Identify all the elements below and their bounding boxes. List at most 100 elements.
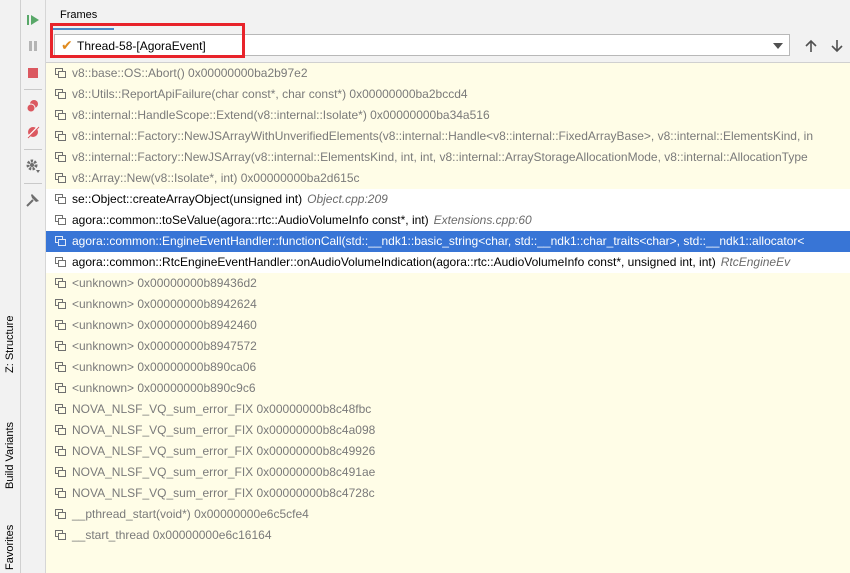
frame-icon — [55, 68, 68, 80]
chevron-down-icon[interactable] — [773, 43, 783, 49]
stack-frame-row[interactable]: NOVA_NLSF_VQ_sum_error_FIX 0x00000000b8c… — [46, 420, 850, 441]
stack-frame-row[interactable]: __start_thread 0x00000000e6c16164 — [46, 525, 850, 546]
frame-text: v8::Array::New(v8::Isolate*, int) 0x0000… — [72, 171, 360, 185]
stack-frame-row[interactable]: __pthread_start(void*) 0x00000000e6c5cfe… — [46, 504, 850, 525]
stack-frame-row[interactable]: v8::base::OS::Abort() 0x00000000ba2b97e2 — [46, 63, 850, 84]
frame-text: <unknown> 0x00000000b89436d2 — [72, 276, 257, 290]
frame-text: v8::internal::Factory::NewJSArrayWithUnv… — [72, 129, 813, 143]
frame-text: v8::internal::Factory::NewJSArray(v8::in… — [72, 150, 808, 164]
frame-icon — [55, 152, 68, 164]
frame-text: NOVA_NLSF_VQ_sum_error_FIX 0x00000000b8c… — [72, 486, 375, 500]
frame-text: se::Object::createArrayObject(unsigned i… — [72, 192, 303, 206]
frame-icon — [55, 530, 68, 542]
frame-icon — [55, 341, 68, 353]
stack-frame-row[interactable]: NOVA_NLSF_VQ_sum_error_FIX 0x00000000b8c… — [46, 462, 850, 483]
stack-frame-row[interactable]: v8::internal::Factory::NewJSArrayWithUnv… — [46, 126, 850, 147]
frame-icon — [55, 299, 68, 311]
frame-text: NOVA_NLSF_VQ_sum_error_FIX 0x00000000b8c… — [72, 444, 376, 458]
structure-tab[interactable]: Z: Structure — [1, 312, 19, 376]
frame-icon — [55, 278, 68, 290]
frame-location: RtcEngineEv — [720, 255, 791, 269]
toolbar-separator — [24, 89, 42, 90]
stack-frame-row[interactable]: v8::internal::Factory::NewJSArray(v8::in… — [46, 147, 850, 168]
frame-icon — [55, 509, 68, 521]
stack-frame-row[interactable]: se::Object::createArrayObject(unsigned i… — [46, 189, 850, 210]
frames-panel: Frames ✔ Thread-58-[AgoraEvent] v8::base… — [46, 0, 850, 573]
next-frame-button[interactable] — [828, 37, 846, 55]
frame-icon — [55, 488, 68, 500]
stack-frame-row[interactable]: <unknown> 0x00000000b89436d2 — [46, 273, 850, 294]
mute-breakpoints-icon — [27, 126, 40, 139]
frame-location: Extensions.cpp:60 — [433, 213, 532, 227]
frame-icon — [55, 194, 68, 206]
structure-tab-label: Z: Structure — [4, 315, 16, 373]
stack-frame-row[interactable]: <unknown> 0x00000000b8947572 — [46, 336, 850, 357]
stack-frame-row[interactable]: NOVA_NLSF_VQ_sum_error_FIX 0x00000000b8c… — [46, 399, 850, 420]
debugger-toolbar — [21, 0, 46, 573]
stop-icon — [28, 68, 38, 78]
frame-icon — [55, 236, 68, 248]
stack-frame-row[interactable]: agora::common::RtcEngineEventHandler::on… — [46, 252, 850, 273]
frame-text: __pthread_start(void*) 0x00000000e6c5cfe… — [72, 507, 309, 521]
frame-icon — [55, 383, 68, 395]
stack-frame-row[interactable]: <unknown> 0x00000000b890c9c6 — [46, 378, 850, 399]
frame-text: <unknown> 0x00000000b890ca06 — [72, 360, 257, 374]
frame-icon — [55, 362, 68, 374]
resume-icon — [27, 15, 39, 25]
frame-text: agora::common::EngineEventHandler::funct… — [72, 234, 805, 248]
frame-icon — [55, 89, 68, 101]
frame-icon — [55, 131, 68, 143]
favorites-tab[interactable]: Favorites — [1, 522, 19, 572]
frame-text: NOVA_NLSF_VQ_sum_error_FIX 0x00000000b8c… — [72, 423, 376, 437]
frame-location: Object.cpp:209 — [307, 192, 388, 206]
left-tool-stripe: Z: Structure Build Variants Favorites — [0, 0, 21, 573]
mute-breakpoints-button[interactable] — [23, 122, 43, 142]
toolbar-separator — [24, 149, 42, 150]
frame-text: <unknown> 0x00000000b8942624 — [72, 297, 257, 311]
arrow-up-icon — [805, 39, 817, 52]
frames-tab[interactable]: Frames — [60, 9, 97, 21]
frame-text: NOVA_NLSF_VQ_sum_error_FIX 0x00000000b8c… — [72, 402, 372, 416]
frame-icon — [55, 173, 68, 185]
resume-button[interactable] — [23, 10, 43, 30]
stack-frame-row[interactable]: v8::Utils::ReportApiFailure(char const*,… — [46, 84, 850, 105]
stack-frame-row[interactable]: agora::common::EngineEventHandler::funct… — [46, 231, 850, 252]
settings-button[interactable] — [23, 156, 43, 176]
stack-frame-row[interactable]: <unknown> 0x00000000b8942460 — [46, 315, 850, 336]
stack-frame-row[interactable]: v8::internal::HandleScope::Extend(v8::in… — [46, 105, 850, 126]
frame-text: v8::base::OS::Abort() 0x00000000ba2b97e2 — [72, 66, 308, 80]
thread-selector[interactable]: ✔ Thread-58-[AgoraEvent] — [50, 23, 790, 58]
frame-icon — [55, 404, 68, 416]
favorites-tab-label: Favorites — [4, 524, 16, 570]
stack-frame-row[interactable]: NOVA_NLSF_VQ_sum_error_FIX 0x00000000b8c… — [46, 441, 850, 462]
stack-frame-row[interactable]: <unknown> 0x00000000b890ca06 — [46, 357, 850, 378]
frame-text: <unknown> 0x00000000b890c9c6 — [72, 381, 256, 395]
pause-button[interactable] — [23, 36, 43, 56]
frame-icon — [55, 425, 68, 437]
stop-button[interactable] — [23, 63, 43, 83]
previous-frame-button[interactable] — [802, 37, 820, 55]
frame-icon — [55, 446, 68, 458]
build-variants-tab[interactable]: Build Variants — [1, 410, 19, 500]
frame-text: __start_thread 0x00000000e6c16164 — [72, 528, 272, 542]
frame-text: agora::common::toSeValue(agora::rtc::Aud… — [72, 213, 429, 227]
stack-frame-row[interactable]: <unknown> 0x00000000b8942624 — [46, 294, 850, 315]
build-variants-tab-label: Build Variants — [4, 421, 16, 489]
frame-text: v8::Utils::ReportApiFailure(char const*,… — [72, 87, 468, 101]
arrow-down-icon — [831, 40, 843, 53]
highlight-box — [50, 23, 245, 58]
frame-icon — [55, 215, 68, 227]
frame-icon — [55, 257, 68, 269]
thread-selector-row: ✔ Thread-58-[AgoraEvent] — [46, 23, 850, 63]
view-breakpoints-button[interactable] — [23, 96, 43, 116]
frame-icon — [55, 320, 68, 332]
stack-frame-row[interactable]: v8::Array::New(v8::Isolate*, int) 0x0000… — [46, 168, 850, 189]
toolbar-separator — [24, 183, 42, 184]
pin-button[interactable] — [23, 190, 43, 210]
stack-frame-row[interactable]: agora::common::toSeValue(agora::rtc::Aud… — [46, 210, 850, 231]
view-breakpoints-icon — [26, 100, 38, 113]
frame-text: NOVA_NLSF_VQ_sum_error_FIX 0x00000000b8c… — [72, 465, 376, 479]
stack-frame-row[interactable]: NOVA_NLSF_VQ_sum_error_FIX 0x00000000b8c… — [46, 483, 850, 504]
frame-text: agora::common::RtcEngineEventHandler::on… — [72, 255, 716, 269]
frame-icon — [55, 110, 68, 122]
